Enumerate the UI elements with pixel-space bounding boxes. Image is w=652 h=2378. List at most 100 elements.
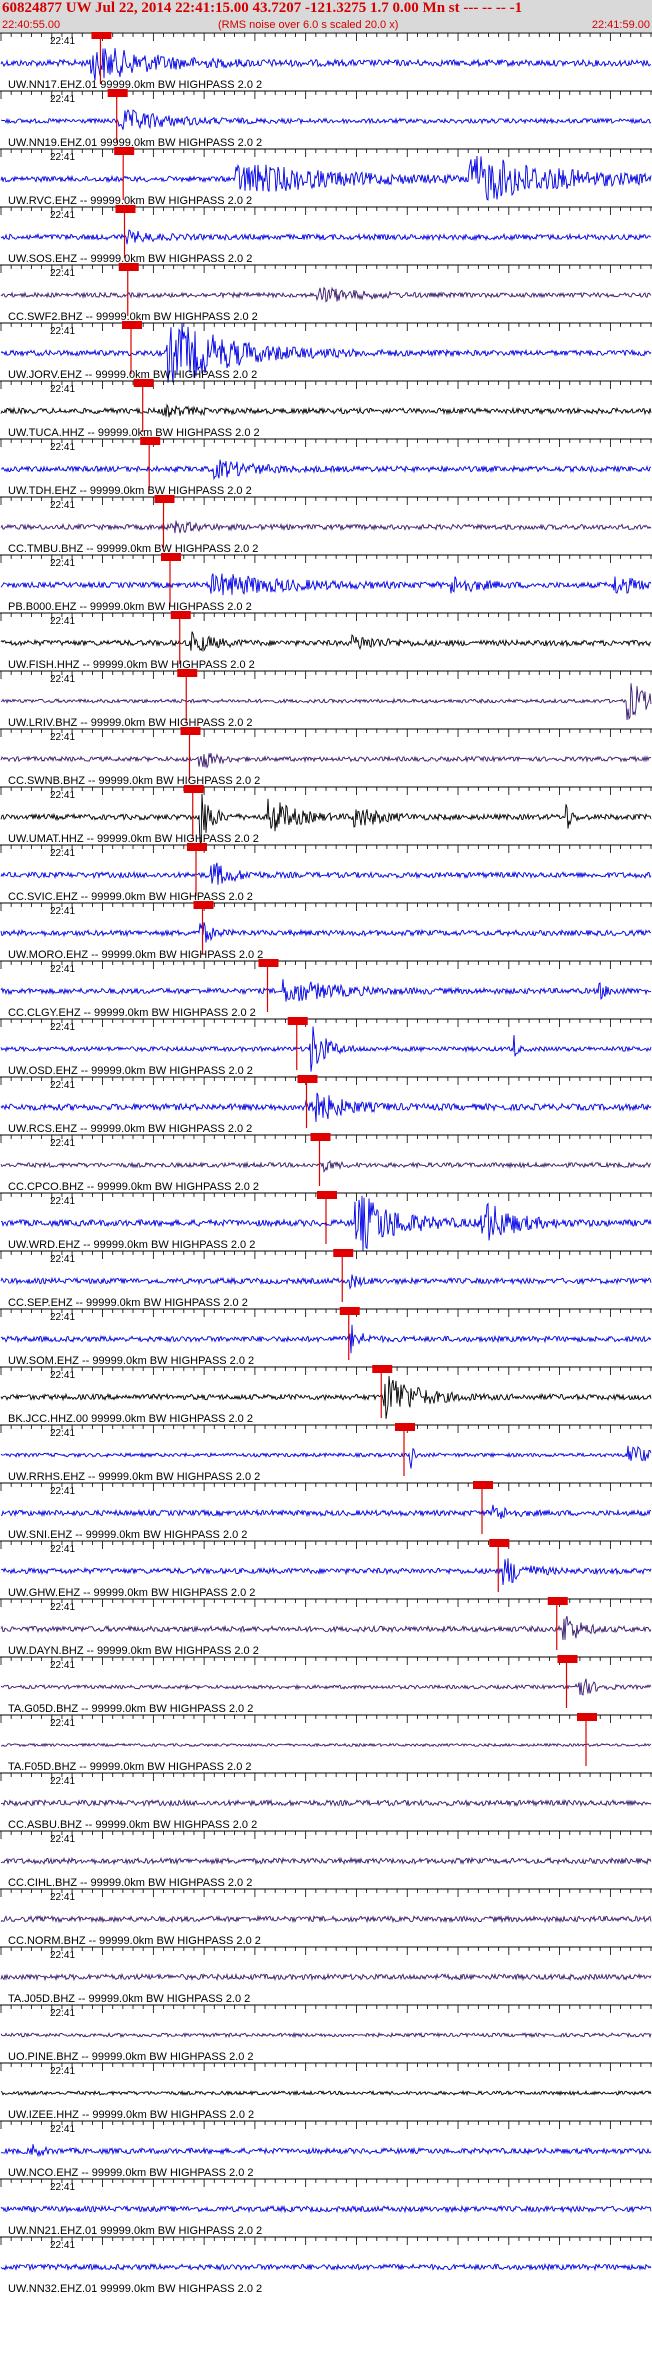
waveform (0, 979, 652, 1002)
tick-label: 22:41 (50, 790, 75, 801)
trace-row: 22:41 TA.G05D.BHZ -- 99999.0km BW HIGHPAS… (0, 1655, 652, 1715)
pick-flag (310, 1133, 331, 1141)
waveform (0, 2262, 652, 2272)
tick-label: 22:41 (50, 1950, 75, 1961)
station-label: CC.CPCO.BHZ -- 99999.0km BW HIGHPASS 2.0… (8, 1181, 259, 1193)
trace-row: 22:41 PB.B000.EHZ -- 99999.0km BW HIGHPAS… (0, 553, 652, 613)
pick-flag (489, 1539, 510, 1547)
station-label: UW.OSD.EHZ -- 99999.0km BW HIGHPASS 2.0 … (8, 1065, 253, 1077)
waveform (0, 459, 652, 481)
pick-flag (339, 1307, 360, 1315)
trace-row: 22:41 UW.OSD.EHZ -- 99999.0km BW HIGHPASS… (0, 1017, 652, 1077)
tick-label: 22:41 (50, 1718, 75, 1729)
trace-row: 22:41 UW.FISH.HHZ -- 99999.0km BW HIGHPAS… (0, 611, 652, 671)
trace-row: 22:41 CC.NORM.BHZ -- 99999.0km BW HIGHPAS… (0, 1888, 652, 1947)
station-label: UO.PINE.BHZ -- 99999.0km BW HIGHPASS 2.0… (8, 2051, 254, 2063)
station-label: CC.TMBU.BHZ -- 99999.0km BW HIGHPASS 2.0… (8, 543, 258, 555)
waveform (1, 1798, 652, 1808)
tick-label: 22:41 (50, 964, 75, 975)
trace-row: 22:41 UW.LRIV.BHZ -- 99999.0km BW HIGHPAS… (0, 669, 652, 729)
pick-flag (140, 437, 161, 445)
waveform (0, 109, 652, 130)
waveform (0, 922, 652, 943)
trace-row: 22:41 UW.RRHS.EHZ -- 99999.0km BW HIGHPAS… (0, 1423, 652, 1483)
trace-row: 22:41 UW.IZEE.HHZ -- 99999.0km BW HIGHPAS… (0, 2062, 652, 2121)
trace-row: 22:41 BK.JCC.HHZ.00 99999.0km BW HIGHPASS… (0, 1365, 652, 1425)
waveform (0, 403, 652, 418)
tick-label: 22:41 (50, 2240, 75, 2251)
tick-label: 22:41 (50, 1834, 75, 1845)
waveform (0, 1856, 652, 1866)
pick-flag (107, 89, 128, 97)
waveform (0, 2144, 652, 2158)
trace-row: 22:41 UW.WRD.EHZ -- 99999.0km BW HIGHPASS… (0, 1191, 652, 1252)
end-time: 22:41:59.00 (591, 19, 650, 31)
station-label: UW.LRIV.BHZ -- 99999.0km BW HIGHPASS 2.0… (8, 717, 253, 729)
tick-label: 22:41 (50, 1196, 75, 1207)
trace-row: 22:41 UW.NN21.EHZ.01 99999.0km BW HIGHPAS… (0, 2178, 652, 2237)
waveform (0, 1445, 652, 1469)
tick-label: 22:41 (50, 210, 75, 221)
waveform (0, 1274, 652, 1290)
tick-label: 22:41 (50, 1486, 75, 1497)
waveform (0, 229, 652, 245)
tick-label: 22:41 (50, 1660, 75, 1671)
pick-flag (114, 147, 135, 155)
station-label: BK.JCC.HHZ.00 99999.0km BW HIGHPASS 2.0 … (8, 1413, 253, 1425)
pick-flag (557, 1655, 578, 1663)
station-label: UW.DAYN.BHZ -- 99999.0km BW HIGHPASS 2.0… (8, 1645, 259, 1657)
trace-row: 22:41 UO.PINE.BHZ -- 99999.0km BW HIGHPAS… (0, 2004, 652, 2063)
pick-flag (187, 843, 207, 851)
pick-flag (180, 727, 201, 735)
waveform (0, 1616, 652, 1640)
trace-row: 22:41 TA.F05D.BHZ -- 99999.0km BW HIGHPAS… (0, 1713, 652, 1773)
pick-flag (118, 263, 139, 271)
waveform (0, 520, 652, 534)
station-label: TA.F05D.BHZ -- 99999.0km BW HIGHPASS 2.0… (8, 1761, 252, 1773)
station-label: UW.TDH.EHZ -- 99999.0km BW HIGHPASS 2.0 … (8, 485, 252, 497)
trace-row: 22:41 TA.J05D.BHZ -- 99999.0km BW HIGHPAS… (0, 1946, 652, 2005)
tick-label: 22:41 (50, 500, 75, 511)
waveform (0, 573, 652, 596)
station-label: UW.GHW.EHZ -- 99999.0km BW HIGHPASS 2.0 … (8, 1587, 255, 1599)
pick-flag (161, 553, 181, 561)
pick-flag (577, 1713, 597, 1721)
tick-label: 22:41 (50, 674, 75, 685)
tick-label: 22:41 (50, 268, 75, 279)
pick-flag (317, 1191, 337, 1199)
tick-label: 22:41 (50, 2066, 75, 2077)
trace-row: 22:41 CC.SWNB.BHZ -- 99999.0km BW HIGHPAS… (0, 727, 652, 787)
station-label: UW.SNI.EHZ -- 99999.0km BW HIGHPASS 2.0 … (8, 1529, 247, 1541)
trace-row: 22:41UW.SOS.EHZ -- 99999.0km BW HIGHPASS… (0, 205, 652, 265)
pick-flag (395, 1423, 415, 1431)
waveform (0, 2031, 652, 2039)
waveform (0, 48, 652, 81)
pick-flag (547, 1597, 568, 1605)
pick-flag (372, 1365, 393, 1373)
pick-flag (115, 205, 136, 213)
station-label: UW.SOM.EHZ -- 99999.0km BW HIGHPASS 2.0 … (8, 1355, 254, 1367)
pick-flag (154, 495, 175, 503)
station-label: UW.NN21.EHZ.01 99999.0km BW HIGHPASS 2.0… (8, 2225, 262, 2237)
tick-label: 22:41 (50, 1370, 75, 1381)
trace-row: 22:41 CC.CIHL.BHZ -- 99999.0km BW HIGHPAS… (0, 1830, 652, 1889)
waveform (0, 286, 652, 303)
pick-flag (122, 321, 142, 329)
rms-subtitle: (RMS noise over 6.0 s scaled 20.0 x) (218, 19, 399, 31)
waveform (0, 1914, 652, 1924)
trace-row: 22:41 UW.GHW.EHZ -- 99999.0km BW HIGHPASS… (0, 1539, 652, 1599)
trace-row: 22:41 UW.UMAT.HHZ -- 99999.0km BW HIGHPAS… (0, 785, 652, 845)
station-label: UW.MORO.EHZ -- 99999.0km BW HIGHPASS 2.0… (8, 949, 263, 961)
tick-label: 22:41 (50, 36, 75, 47)
tick-label: 22:41 (50, 384, 75, 395)
waveform (0, 2089, 652, 2097)
trace-row: 22:41 UW.SOM.EHZ -- 99999.0km BW HIGHPASS… (0, 1307, 652, 1367)
station-label: UW.NCO.EHZ -- 99999.0km BW HIGHPASS 2.0 … (8, 2167, 254, 2179)
trace-row: 22:41 CC.SVIC.EHZ -- 99999.0km BW HIGHPAS… (0, 843, 652, 903)
waveform (0, 1742, 652, 1748)
trace-row: 22:41UW.RVC.EHZ -- 99999.0km BW HIGHPASS… (0, 147, 652, 207)
tick-label: 22:41 (50, 1138, 75, 1149)
header-bar: 60824877 UW Jul 22, 2014 22:41:15.00 43.… (0, 0, 652, 32)
pick-flag (297, 1075, 318, 1083)
trace-row: 22:41CC.SWF2.BHZ -- 99999.0km BW HIGHPAS… (0, 263, 652, 323)
